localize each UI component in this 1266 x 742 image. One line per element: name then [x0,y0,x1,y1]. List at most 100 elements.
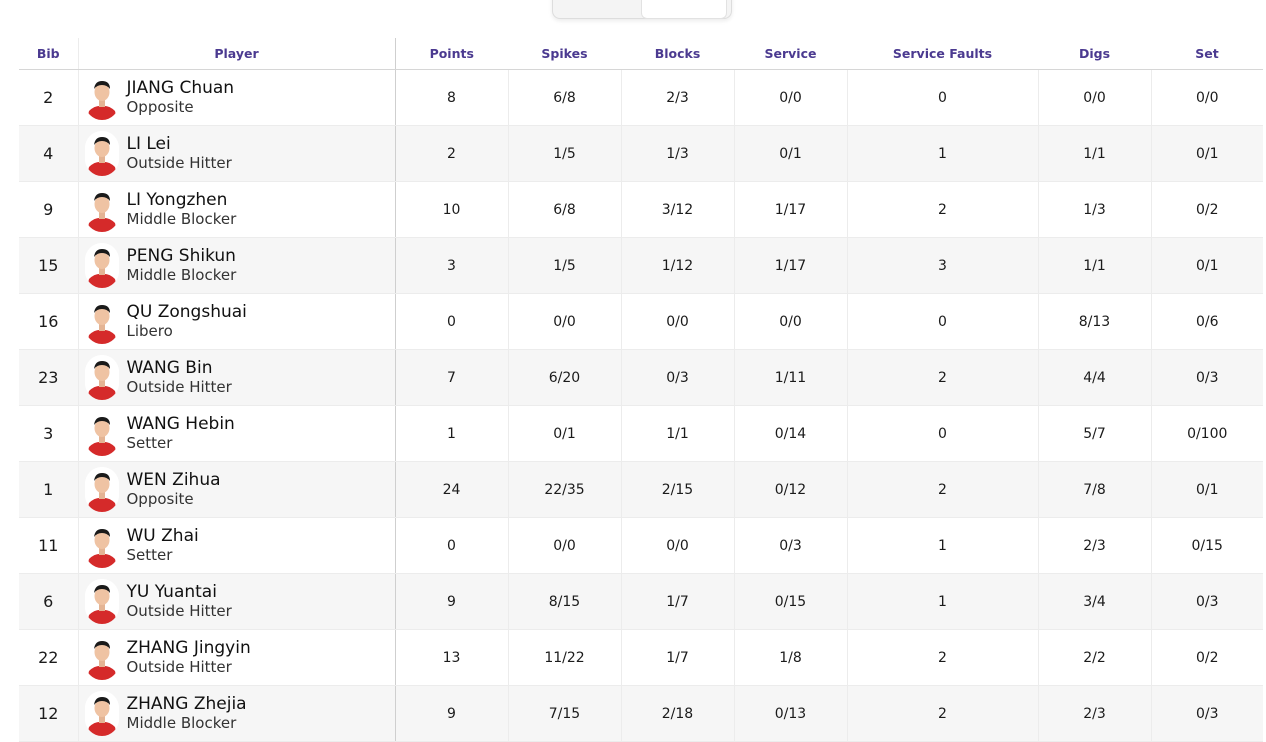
spikes-cell: 6/8 [508,69,622,126]
player-cell[interactable]: JIANG Chuan Opposite [78,69,396,126]
player-avatar [84,691,119,736]
player-info: LI Yongzhen Middle Blocker [79,187,395,232]
table-row[interactable]: 12 ZHANG Zhejia Middle Blocker 9 7/15 2/… [19,685,1263,742]
service-cell: 0/1 [734,125,848,182]
table-row[interactable]: 11 WU Zhai Setter 0 0/0 0/0 0/3 1 2/3 0/… [19,517,1263,574]
table-row[interactable]: 22 ZHANG Jingyin Outside Hitter 13 11/22… [19,629,1263,686]
player-cell[interactable]: LI Yongzhen Middle Blocker [78,181,396,238]
set-cell: 0/100 [1151,405,1263,462]
set-cell: 0/3 [1151,349,1263,406]
player-cell[interactable]: YU Yuantai Outside Hitter [78,573,396,630]
table-row[interactable]: 1 WEN Zihua Opposite 24 22/35 2/15 0/12 … [19,461,1263,518]
service-cell: 1/17 [734,237,848,294]
player-cell[interactable]: WEN Zihua Opposite [78,461,396,518]
table-row[interactable]: 3 WANG Hebin Setter 1 0/1 1/1 0/14 0 5/7… [19,405,1263,462]
player-position: Outside Hitter [126,602,232,620]
player-name[interactable]: JIANG Chuan [127,78,235,98]
bib-cell: 16 [19,293,79,350]
player-name[interactable]: WEN Zihua [127,470,221,490]
blocks-cell: 2/3 [621,69,735,126]
player-name[interactable]: WU Zhai [127,526,199,546]
column-header-blocks[interactable]: Blocks [621,38,734,70]
player-info: WANG Bin Outside Hitter [79,355,395,400]
service-cell: 0/3 [734,517,848,574]
column-header-service[interactable]: Service [734,38,847,70]
points-cell: 24 [395,461,509,518]
blocks-cell: 1/7 [621,629,735,686]
player-position: Opposite [126,490,194,508]
player-info: LI Lei Outside Hitter [79,131,395,176]
points-cell: 9 [395,573,509,630]
player-position: Setter [126,434,173,452]
player-cell[interactable]: ZHANG Jingyin Outside Hitter [78,629,396,686]
player-cell[interactable]: LI Lei Outside Hitter [78,125,396,182]
bib-cell: 15 [19,237,79,294]
player-name[interactable]: YU Yuantai [127,582,232,602]
column-header-points[interactable]: Points [395,38,508,70]
table-row[interactable]: 16 QU Zongshuai Libero 0 0/0 0/0 0/0 0 8… [19,293,1263,350]
bib-cell: 22 [19,629,79,686]
table-row[interactable]: 23 WANG Bin Outside Hitter 7 6/20 0/3 1/… [19,349,1263,406]
points-cell: 0 [395,517,509,574]
player-cell[interactable]: QU Zongshuai Libero [78,293,396,350]
blocks-cell: 0/3 [621,349,735,406]
points-cell: 3 [395,237,509,294]
player-avatar [84,467,119,512]
player-name[interactable]: PENG Shikun [127,246,237,266]
player-position: Middle Blocker [126,266,237,284]
player-name[interactable]: ZHANG Zhejia [127,694,247,714]
player-avatar [84,579,119,624]
service-cell: 0/14 [734,405,848,462]
column-header-service-faults[interactable]: Service Faults [847,38,1038,70]
player-avatar [84,411,119,456]
player-cell[interactable]: ZHANG Zhejia Middle Blocker [78,685,396,742]
player-info: ZHANG Jingyin Outside Hitter [79,635,395,680]
column-header-set[interactable]: Set [1151,38,1263,70]
table-row[interactable]: 9 LI Yongzhen Middle Blocker 10 6/8 3/12… [19,181,1263,238]
points-cell: 1 [395,405,509,462]
table-row[interactable]: 6 YU Yuantai Outside Hitter 9 8/15 1/7 0… [19,573,1263,630]
column-header-digs[interactable]: Digs [1038,38,1151,70]
spikes-cell: 22/35 [508,461,622,518]
player-name[interactable]: QU Zongshuai [127,302,247,322]
spikes-cell: 6/8 [508,181,622,238]
table-row[interactable]: 4 LI Lei Outside Hitter 2 1/5 1/3 0/1 1 … [19,125,1263,182]
player-info: QU Zongshuai Libero [79,299,395,344]
player-position: Opposite [126,98,194,116]
column-header-bib[interactable]: Bib [19,38,79,70]
player-info: PENG Shikun Middle Blocker [79,243,395,288]
player-cell[interactable]: WU Zhai Setter [78,517,396,574]
table-row[interactable]: 2 JIANG Chuan Opposite 8 6/8 2/3 0/0 0 0… [19,69,1263,126]
player-cell[interactable]: PENG Shikun Middle Blocker [78,237,396,294]
player-name[interactable]: WANG Bin [127,358,232,378]
table-row[interactable]: 15 PENG Shikun Middle Blocker 3 1/5 1/12… [19,237,1263,294]
player-cell[interactable]: WANG Bin Outside Hitter [78,349,396,406]
player-name[interactable]: LI Yongzhen [127,190,237,210]
service-faults-cell: 0 [847,293,1039,350]
bib-cell: 11 [19,517,79,574]
bib-cell: 6 [19,573,79,630]
player-name[interactable]: ZHANG Jingyin [127,638,251,658]
blocks-cell: 2/15 [621,461,735,518]
player-name[interactable]: LI Lei [127,134,232,154]
player-name[interactable]: WANG Hebin [127,414,235,434]
blocks-cell: 1/1 [621,405,735,462]
set-cell: 0/2 [1151,629,1263,686]
set-cell: 0/3 [1151,573,1263,630]
blocks-cell: 1/12 [621,237,735,294]
digs-cell: 4/4 [1038,349,1152,406]
service-cell: 1/8 [734,629,848,686]
digs-cell: 2/3 [1038,685,1152,742]
player-position: Outside Hitter [126,658,232,676]
team-tab-china[interactable] [641,0,727,19]
points-cell: 0 [395,293,509,350]
spikes-cell: 8/15 [508,573,622,630]
player-info: YU Yuantai Outside Hitter [79,579,395,624]
set-cell: 0/2 [1151,181,1263,238]
service-faults-cell: 1 [847,125,1039,182]
player-cell[interactable]: WANG Hebin Setter [78,405,396,462]
team-tab-opponent[interactable] [557,0,637,18]
column-header-spikes[interactable]: Spikes [508,38,621,70]
service-cell: 0/0 [734,69,848,126]
column-header-player[interactable]: Player [78,38,396,70]
